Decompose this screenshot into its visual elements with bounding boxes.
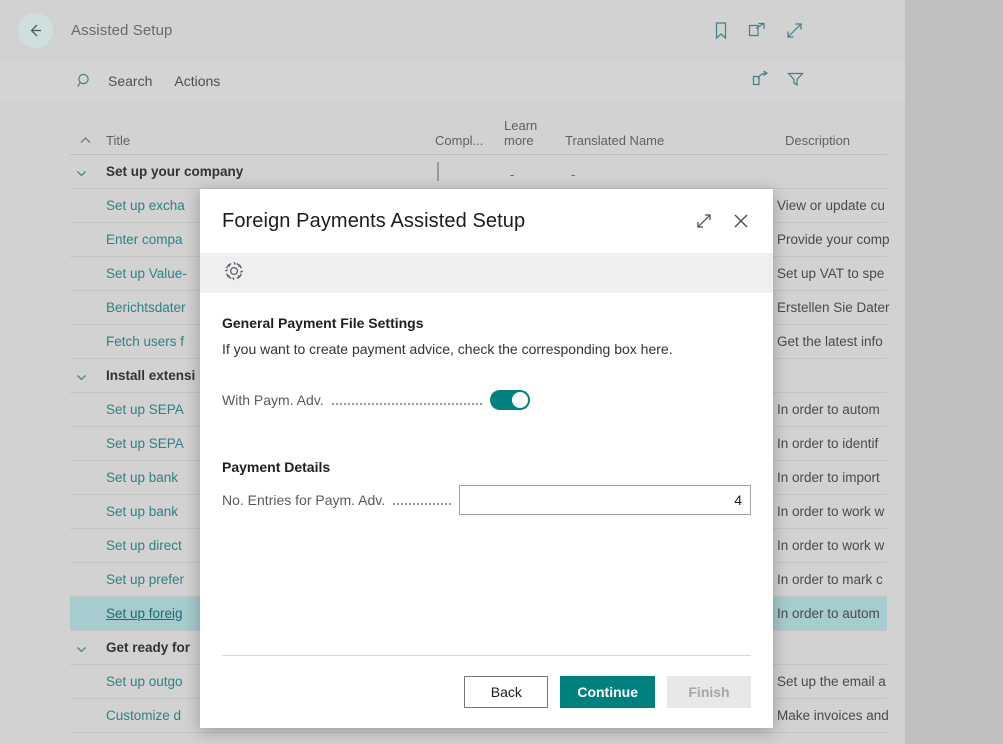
- no-entries-field-row: No. Entries for Paym. Adv.: [222, 485, 751, 515]
- leader-dots: [393, 503, 452, 505]
- dialog-footer: Back Continue Finish: [200, 656, 773, 728]
- section-description-general: If you want to create payment advice, ch…: [222, 341, 673, 357]
- dialog-header-icons: [695, 211, 751, 231]
- dialog-divider: [222, 655, 751, 656]
- dialog-title: Foreign Payments Assisted Setup: [222, 209, 526, 232]
- with-paym-adv-label: With Paym. Adv.: [222, 392, 324, 408]
- no-entries-label: No. Entries for Paym. Adv.: [222, 492, 386, 508]
- toggle-knob: [511, 392, 528, 408]
- with-paym-adv-field-row: With Paym. Adv.: [222, 385, 751, 415]
- section-heading-payment-details: Payment Details: [222, 459, 331, 475]
- expand-diagonal-icon[interactable]: [695, 212, 713, 230]
- app-root: Assisted Setup Search Actions Title Comp…: [0, 0, 1003, 744]
- dialog-body: General Payment File Settings If you wan…: [200, 293, 773, 656]
- foreign-payments-assisted-setup-dialog: Foreign Payments Assisted Setup General …: [200, 189, 773, 728]
- continue-button[interactable]: Continue: [560, 676, 655, 708]
- section-heading-general: General Payment File Settings: [222, 315, 424, 331]
- back-button[interactable]: Back: [464, 676, 549, 708]
- finish-button: Finish: [667, 676, 751, 708]
- no-entries-input[interactable]: [459, 485, 751, 515]
- dialog-banner: [200, 253, 773, 293]
- close-icon[interactable]: [731, 211, 751, 231]
- gear-icon: [222, 259, 246, 288]
- with-paym-adv-toggle[interactable]: [489, 390, 530, 410]
- leader-dots: [331, 403, 482, 405]
- dialog-header: Foreign Payments Assisted Setup: [200, 189, 773, 253]
- section-payment-details: Payment Details No. Entries for Paym. Ad…: [222, 459, 751, 515]
